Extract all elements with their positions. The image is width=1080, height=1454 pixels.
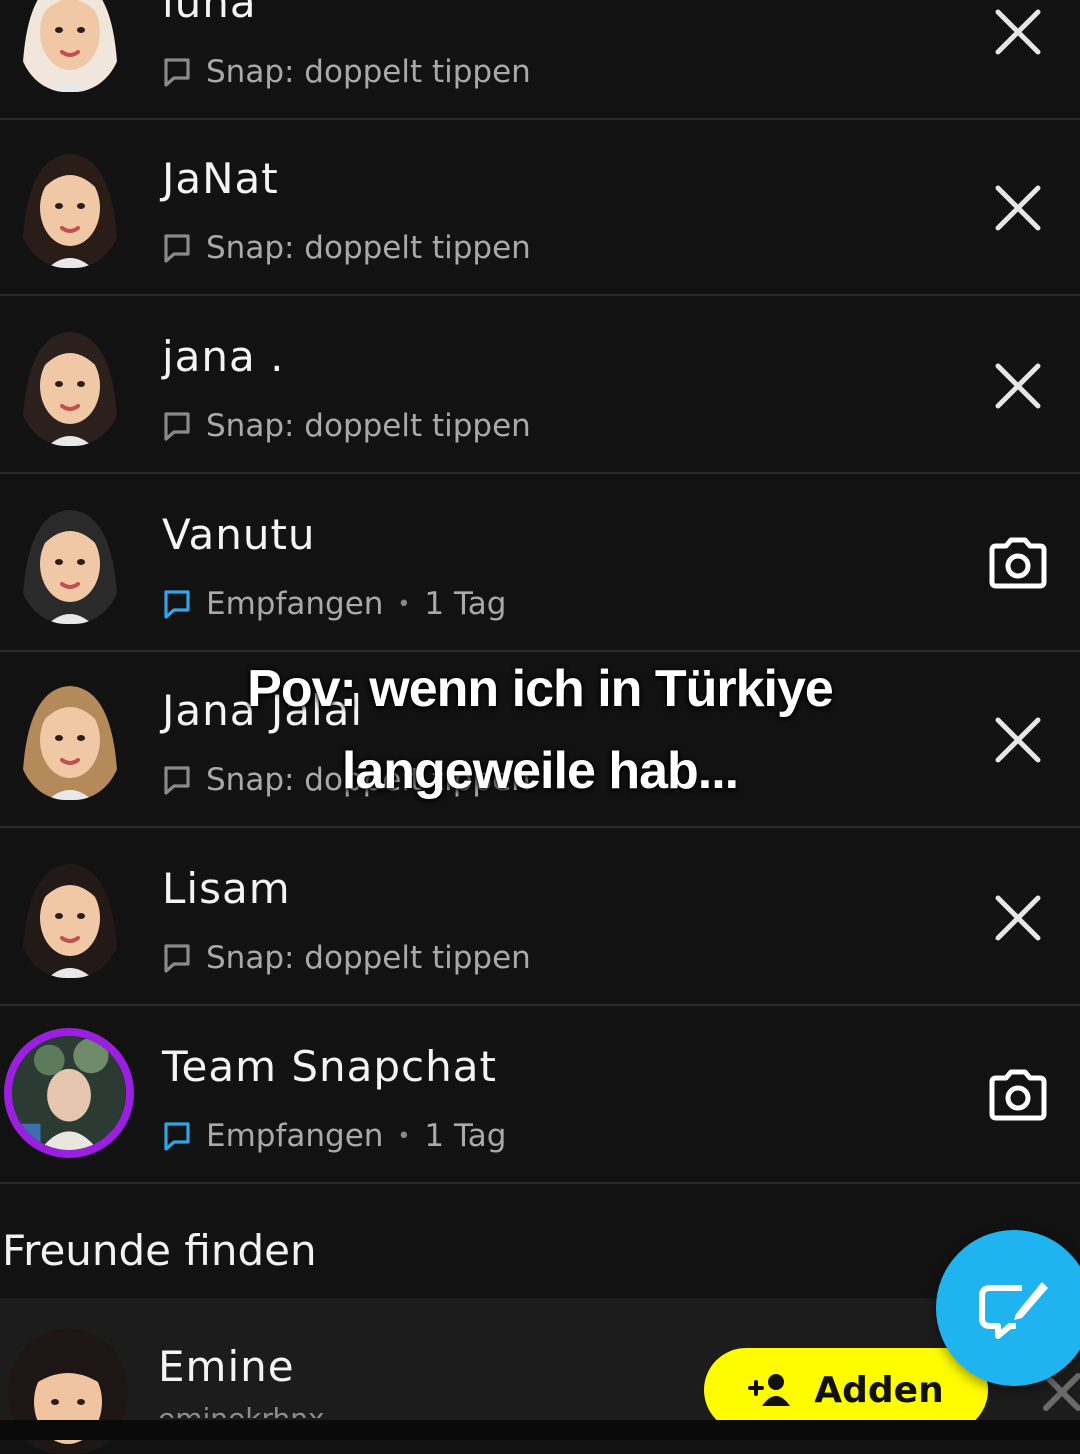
compose-chat-icon — [979, 1282, 1048, 1339]
chat-status: Snap: doppelt tippen — [162, 228, 531, 268]
chat-name: Team Snapchat — [162, 1042, 497, 1091]
avatar[interactable] — [18, 0, 122, 92]
chat-row[interactable]: luna Snap: doppelt tippen — [0, 0, 1080, 120]
chat-status: Snap: doppelt tippen — [162, 406, 531, 446]
avatar[interactable] — [18, 858, 122, 978]
chat-bubble-icon — [164, 412, 190, 441]
camera-reply-button[interactable] — [986, 1064, 1050, 1128]
suggestion-name: Emine — [158, 1342, 295, 1391]
profile-photo — [12, 1036, 126, 1150]
dismiss-button[interactable] — [986, 886, 1050, 950]
dismiss-button[interactable] — [986, 0, 1050, 64]
chat-bubble-icon — [164, 58, 190, 87]
chat-status: Snap: doppelt tippen — [162, 938, 531, 978]
bitmoji-avatar — [22, 686, 118, 800]
chat-bubble-icon — [164, 590, 190, 619]
status-text: Snap: doppelt tippen — [206, 230, 531, 266]
suggestion-username: eminekrhnx — [158, 1402, 325, 1418]
avatar[interactable] — [18, 326, 122, 446]
status-time: 1 Tag — [424, 586, 507, 622]
chat-bubble-icon — [164, 944, 190, 973]
avatar[interactable] — [4, 1028, 134, 1158]
chat-bubble-icon — [164, 1122, 190, 1151]
bitmoji-avatar — [22, 332, 118, 446]
dismiss-button[interactable] — [986, 708, 1050, 772]
status-time: 1 Tag — [424, 1118, 507, 1154]
camera-icon — [989, 537, 1047, 589]
chat-status: Empfangen • 1 Tag — [162, 584, 506, 624]
status-text: Snap: doppelt tippen — [206, 408, 531, 444]
separator-dot: • — [397, 1123, 411, 1149]
dismiss-button[interactable] — [986, 354, 1050, 418]
add-user-icon — [748, 1374, 791, 1406]
close-icon — [995, 363, 1041, 409]
status-text: Snap: doppelt tippen — [206, 940, 531, 976]
close-icon — [995, 895, 1041, 941]
bitmoji-avatar — [22, 864, 118, 978]
status-text: Snap: doppelt tippen — [206, 54, 531, 90]
chat-name: Vanutu — [162, 510, 316, 559]
chat-row[interactable]: Lisam Snap: doppelt tippen — [0, 830, 1080, 1006]
camera-reply-button[interactable] — [986, 532, 1050, 596]
video-caption: Pov: wenn ich in Türkiye langeweile hab.… — [140, 648, 940, 812]
add-button-label: Adden — [814, 1369, 944, 1411]
dismiss-button[interactable] — [986, 176, 1050, 240]
bitmoji-avatar — [22, 510, 118, 624]
chat-bubble-icon — [164, 234, 190, 263]
separator-dot: • — [397, 591, 411, 617]
avatar[interactable] — [18, 680, 122, 800]
close-icon — [995, 9, 1041, 55]
close-icon — [995, 717, 1041, 763]
chat-row[interactable]: JaNat Snap: doppelt tippen — [0, 120, 1080, 296]
bitmoji-avatar — [22, 154, 118, 268]
close-icon — [995, 185, 1041, 231]
caption-line-1: Pov: wenn ich in Türkiye — [247, 660, 834, 718]
caption-line-2: langeweile hab... — [341, 742, 739, 800]
status-text: Empfangen — [206, 586, 384, 622]
avatar[interactable] — [18, 504, 122, 624]
chat-name: jana . — [162, 332, 285, 381]
new-chat-button[interactable] — [936, 1230, 1080, 1386]
camera-icon — [989, 1069, 1047, 1121]
chat-status: Snap: doppelt tippen — [162, 52, 531, 92]
chat-name: Lisam — [162, 864, 291, 913]
find-friends-title: Freunde finden — [2, 1226, 317, 1275]
chat-row[interactable]: jana . Snap: doppelt tippen — [0, 298, 1080, 474]
avatar[interactable] — [18, 148, 122, 268]
chat-row[interactable]: Vanutu Empfangen • 1 Tag — [0, 476, 1080, 652]
chat-name: luna — [162, 0, 257, 27]
bottom-bar — [0, 1420, 1080, 1440]
chat-status: Empfangen • 1 Tag — [162, 1116, 506, 1156]
chat-name: JaNat — [162, 154, 279, 203]
bitmoji-avatar — [22, 0, 118, 92]
status-text: Empfangen — [206, 1118, 384, 1154]
chat-row[interactable]: Team Snapchat Empfangen • 1 Tag — [0, 1008, 1080, 1184]
